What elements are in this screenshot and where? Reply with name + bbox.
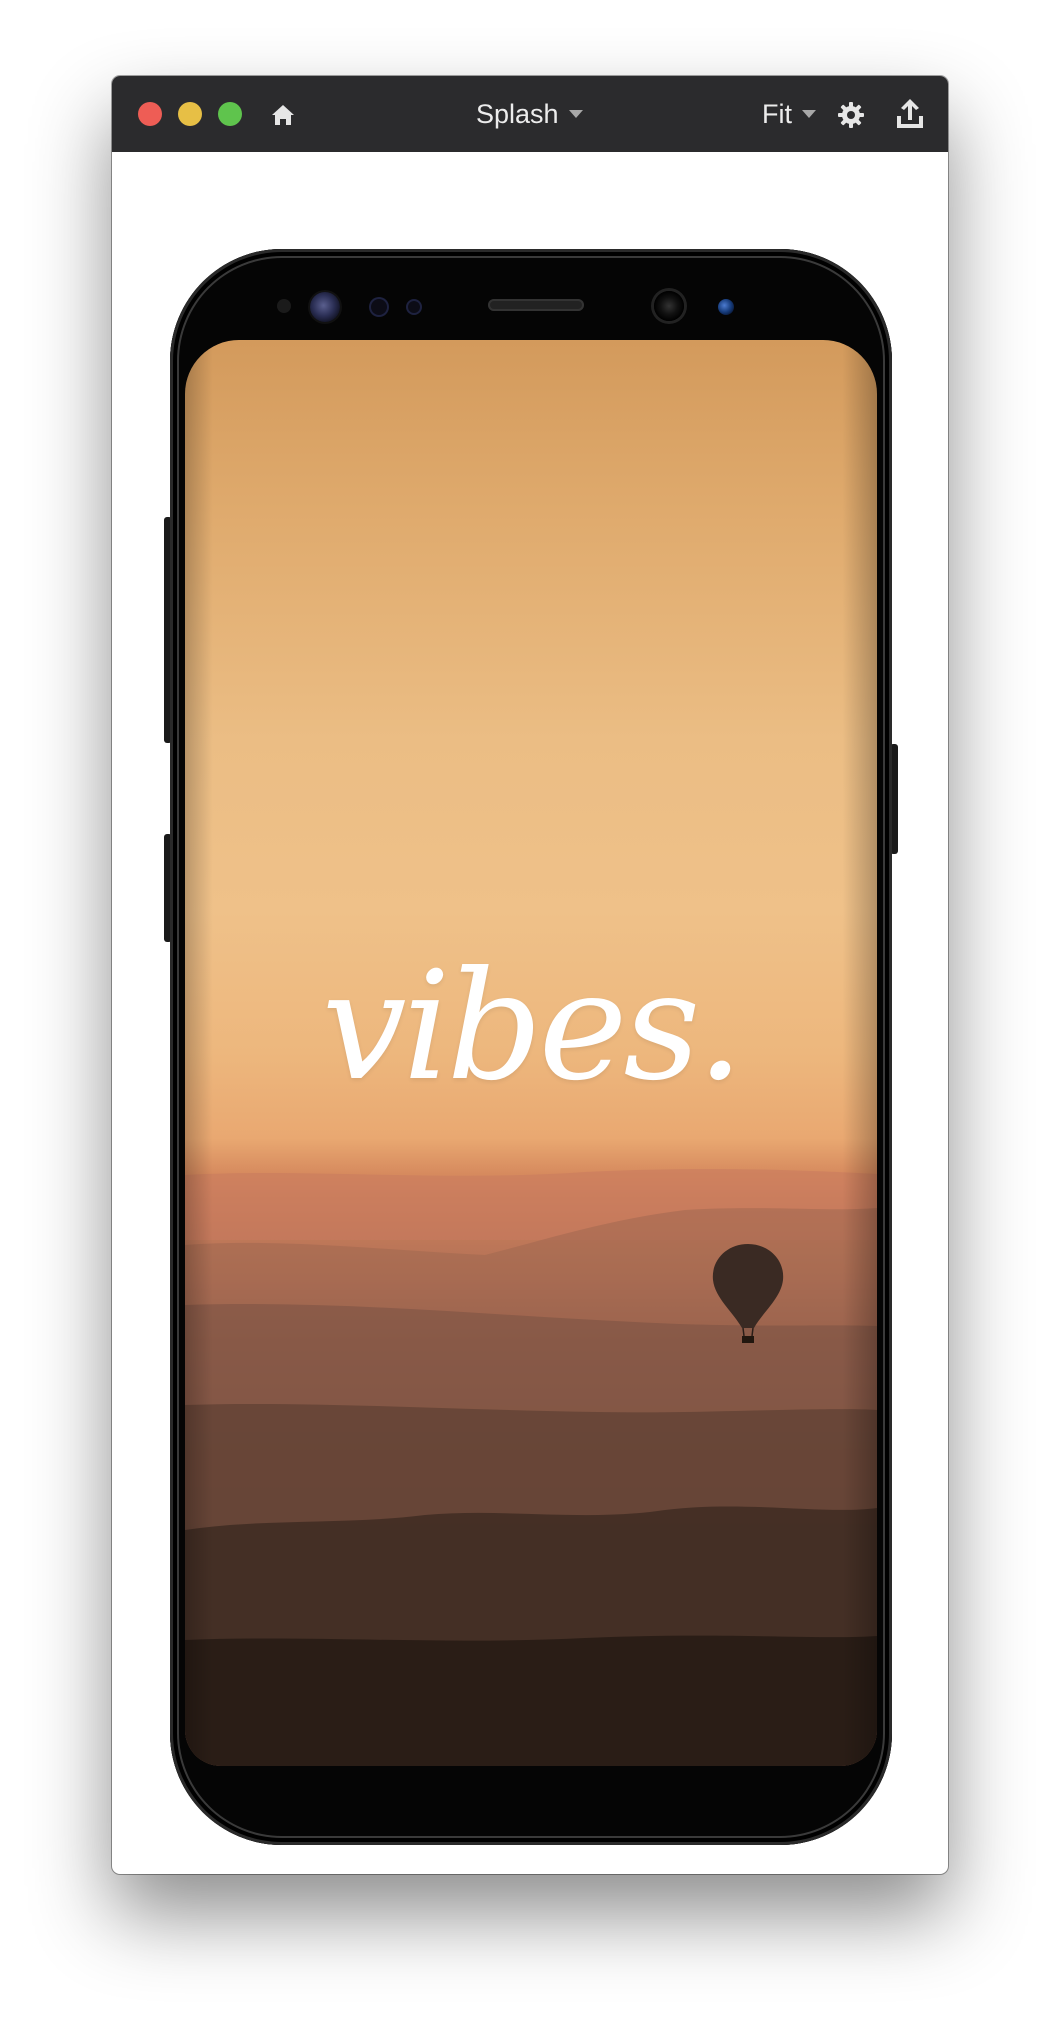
zoom-label: Fit [762, 98, 792, 129]
hot-air-balloon-icon [712, 1244, 784, 1343]
chevron-down-icon [568, 110, 583, 118]
phone-screen: vibes. [185, 340, 877, 1766]
iris-scanner [310, 292, 340, 322]
share-icon[interactable] [894, 96, 926, 132]
earpiece-speaker [488, 299, 584, 311]
titlebar: Splash Fit [112, 76, 948, 152]
proximity-sensor [277, 299, 291, 313]
minimize-window-button[interactable] [178, 102, 202, 126]
phone-frame: vibes. [170, 249, 892, 1845]
home-icon[interactable] [268, 100, 298, 130]
brand-wordmark: vibes. [321, 940, 744, 1114]
gear-icon[interactable] [836, 100, 866, 130]
app-window: Splash Fit vibes. [112, 76, 948, 1874]
zoom-selector[interactable]: Fit [762, 96, 816, 132]
close-window-button[interactable] [138, 102, 162, 126]
front-sensor [371, 299, 387, 315]
front-camera [654, 291, 684, 321]
maximize-window-button[interactable] [218, 102, 242, 126]
front-sensor [408, 301, 420, 313]
stage: Splash Fit vibes. [0, 0, 1060, 2024]
chevron-down-icon [802, 110, 816, 118]
screen-title: Splash [476, 98, 559, 129]
screen-selector[interactable]: Splash [476, 96, 583, 132]
iris-led [718, 299, 734, 315]
